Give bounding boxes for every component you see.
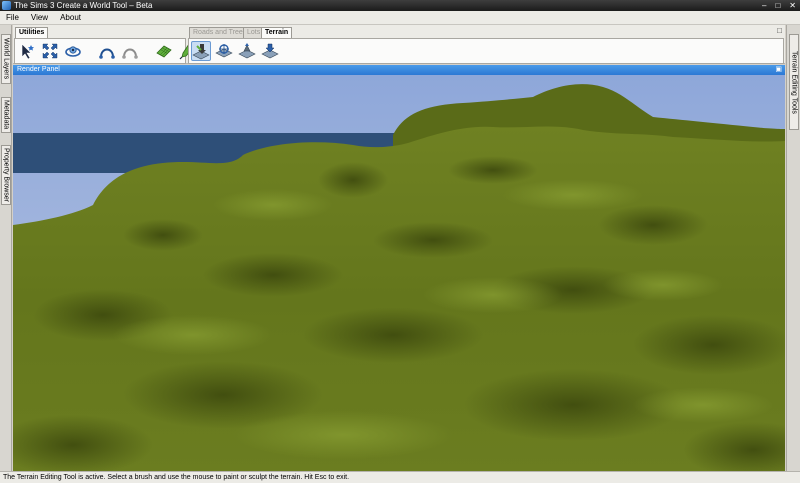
terrain-group	[188, 38, 784, 64]
window-title: The Sims 3 Create a World Tool – Beta	[14, 1, 153, 10]
ribbon: Utilities Roads and Trees Lots Terrain □	[13, 25, 785, 64]
curve-alt-icon[interactable]	[120, 41, 140, 61]
render-viewport[interactable]	[13, 75, 785, 471]
curve-icon[interactable]	[97, 41, 117, 61]
grid-icon[interactable]	[154, 41, 174, 61]
menu-bar: File View About	[0, 11, 800, 25]
terrain-sculpt-icon[interactable]	[191, 41, 211, 61]
tab-world-layers-label: World Layers	[2, 38, 10, 80]
tab-property-browser[interactable]: Property Browser	[1, 145, 11, 205]
pin-icon[interactable]: ▣	[775, 65, 782, 75]
menu-about[interactable]: About	[60, 11, 81, 25]
title-bar: The Sims 3 Create a World Tool – Beta – …	[0, 0, 800, 11]
maximize-button[interactable]: □	[775, 0, 780, 11]
terrain-scene	[13, 75, 785, 471]
utilities-group	[14, 38, 195, 64]
tab-metadata-label: Metadata	[2, 100, 10, 130]
move-icon[interactable]	[40, 41, 60, 61]
tab-metadata[interactable]: Metadata	[1, 97, 11, 133]
minimize-button[interactable]: –	[762, 0, 766, 11]
terrain-raise-icon[interactable]	[237, 41, 257, 61]
select-arrow-icon[interactable]	[17, 41, 37, 61]
tab-terrain-editing-tools[interactable]: Terrain Editing Tools	[789, 34, 799, 130]
menu-file[interactable]: File	[6, 11, 19, 25]
window-controls: – □ ✕	[762, 0, 796, 11]
tab-utilities[interactable]: Utilities	[15, 27, 49, 38]
tab-terrain-editing-tools-label: Terrain Editing Tools	[790, 50, 798, 114]
tab-terrain[interactable]: Terrain	[261, 27, 293, 38]
tab-world-layers[interactable]: World Layers	[1, 34, 11, 84]
status-bar: The Terrain Editing Tool is active. Sele…	[0, 471, 800, 483]
left-dock-strip: World Layers Metadata Property Browser	[0, 25, 12, 471]
terrain-lower-icon[interactable]	[260, 41, 280, 61]
render-panel-title: Render Panel	[17, 66, 60, 73]
menu-view[interactable]: View	[31, 11, 48, 25]
app-icon	[2, 1, 11, 10]
camera-orbit-icon[interactable]	[63, 41, 83, 61]
right-dock-strip: Terrain Editing Tools	[786, 25, 800, 471]
status-text: The Terrain Editing Tool is active. Sele…	[3, 474, 350, 481]
close-button[interactable]: ✕	[789, 0, 796, 11]
render-panel-header: Render Panel ▣	[13, 65, 785, 75]
tab-property-browser-label: Property Browser	[2, 147, 10, 203]
app-window: The Sims 3 Create a World Tool – Beta – …	[0, 0, 800, 483]
ribbon-collapse-button[interactable]: □	[777, 26, 782, 35]
terrain-paint-icon[interactable]	[214, 41, 234, 61]
tab-roads-and-trees[interactable]: Roads and Trees	[189, 27, 251, 38]
